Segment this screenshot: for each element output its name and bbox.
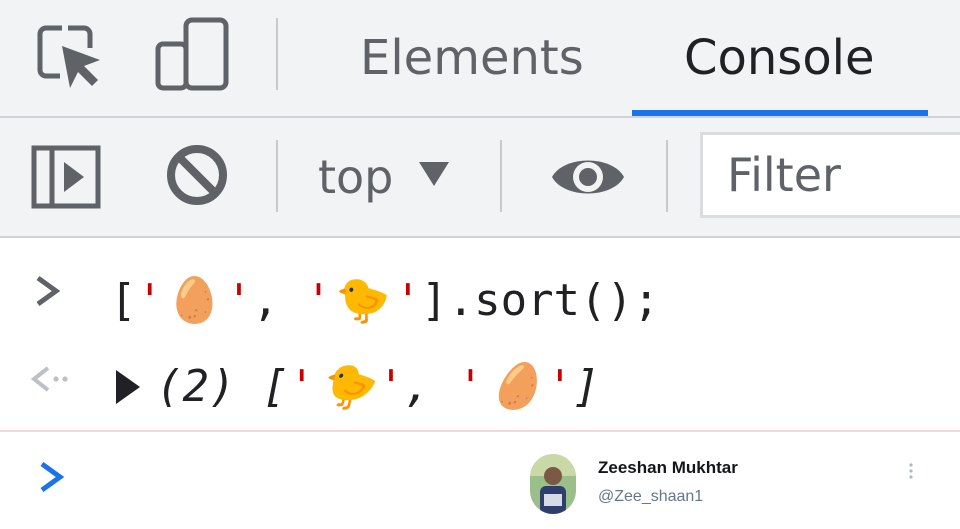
array-length: (2)	[156, 361, 236, 412]
code-quote: '	[394, 275, 422, 326]
chevron-right-icon	[36, 275, 61, 307]
result-quote: '	[288, 361, 315, 412]
code-method-call: .sort();	[447, 275, 660, 326]
code-bracket: ]	[421, 275, 448, 326]
egg-emoji: 🥚	[487, 361, 543, 412]
author-card[interactable]: Zeeshan Mukhtar @Zee_shaan1	[530, 454, 950, 516]
console-output: [ ' 🥚 ' , ' 🐤 ' ] .sort(); (2) [' 🐤 ' ,…	[0, 238, 960, 529]
chick-emoji: 🐤	[318, 361, 374, 412]
more-vertical-icon[interactable]	[908, 462, 914, 480]
console-result-value[interactable]: (2) [ ' 🐤 ' , ' 🥚 ' ]	[156, 352, 600, 422]
code-bracket: [	[110, 275, 137, 326]
clear-console-button[interactable]	[164, 142, 230, 208]
result-quote: '	[546, 361, 574, 412]
device-toolbar-button[interactable]	[150, 14, 234, 94]
egg-emoji: 🥚	[167, 275, 222, 326]
avatar[interactable]	[530, 454, 576, 514]
show-console-sidebar-button[interactable]	[30, 144, 102, 210]
filter-input[interactable]	[700, 132, 960, 218]
active-tab-indicator	[632, 110, 928, 116]
toolbar-divider	[500, 140, 502, 212]
result-comma: ,	[404, 361, 431, 412]
toolbar-divider	[276, 140, 278, 212]
eye-icon	[552, 160, 624, 194]
console-input-code: [ ' 🥚 ' , ' 🐤 ' ] .sort();	[110, 266, 660, 336]
console-result-line: (2) [ ' 🐤 ' , ' 🥚 ' ]	[0, 346, 960, 428]
chick-emoji: 🐤	[335, 275, 391, 326]
devtools-tab-bar: Elements Console	[0, 0, 960, 118]
result-quote: '	[457, 361, 484, 412]
dropdown-arrow-icon	[419, 162, 450, 186]
device-toolbar-icon	[155, 17, 229, 91]
toolbar-divider	[276, 18, 278, 90]
devtools-window: Elements Console top Filter [' 🥚 ' , ' …	[0, 0, 960, 529]
clear-console-icon	[167, 145, 227, 205]
expand-triangle-icon[interactable]	[116, 370, 140, 404]
tab-elements[interactable]: Elements	[360, 20, 584, 96]
result-bracket: [	[261, 361, 289, 412]
toolbar-divider	[666, 140, 668, 212]
code-quote: '	[136, 275, 164, 326]
result-quote: '	[377, 361, 405, 412]
code-quote: '	[305, 275, 332, 326]
sidebar-toggle-icon	[31, 145, 101, 209]
tab-console[interactable]: Console	[684, 20, 875, 96]
context-label: top	[318, 150, 394, 204]
code-quote: '	[225, 275, 253, 326]
return-arrow-icon	[30, 366, 68, 392]
console-toolbar: top	[0, 118, 960, 238]
author-handle: @Zee_shaan1	[598, 488, 704, 505]
result-bracket: ]	[573, 361, 600, 412]
chevron-right-icon	[40, 461, 65, 493]
inspect-element-icon	[37, 25, 100, 88]
console-input-line: [ ' 🥚 ' , ' 🐤 ' ] .sort();	[0, 260, 960, 340]
code-comma: ,	[252, 275, 279, 326]
author-name: Zeeshan Mukhtar	[598, 458, 738, 477]
javascript-context-select[interactable]: top	[318, 144, 450, 210]
live-expression-button[interactable]	[548, 146, 628, 208]
inspect-element-button[interactable]	[32, 18, 110, 92]
